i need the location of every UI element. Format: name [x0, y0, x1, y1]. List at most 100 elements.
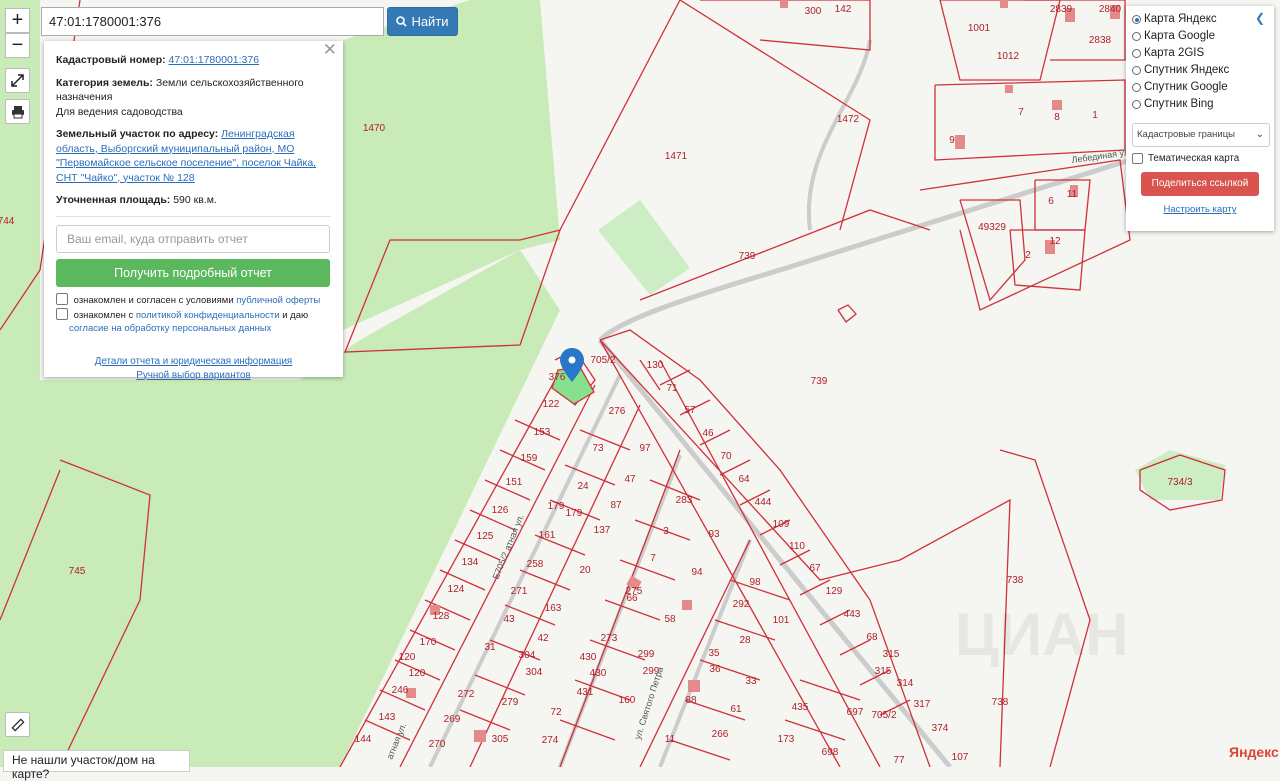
parcel-label: 58 [664, 614, 676, 625]
parcel-label: 7 [650, 553, 656, 564]
road-inner-3 [658, 539, 752, 767]
parcel-label: 42 [537, 633, 549, 644]
agree1-text: ознакомлен и согласен с условиями [73, 294, 234, 306]
parcel-label: 7 [1018, 107, 1024, 118]
parcel-label: 292 [733, 599, 750, 610]
parcel-label: 1012 [997, 51, 1020, 62]
parcel-label: 128 [433, 611, 450, 622]
configure-map-link[interactable]: Настроить карту [1132, 204, 1268, 215]
parcel-label: 161 [539, 530, 556, 541]
parcel-label: 20 [579, 565, 591, 576]
parcel-label: 6 [1048, 196, 1054, 207]
parcel-label: 273 [601, 633, 618, 644]
parcel-label: 258 [527, 559, 544, 570]
details-link[interactable]: Детали отчета и юридическая информация [95, 356, 292, 367]
parcel-label: 120 [409, 668, 426, 679]
get-report-button[interactable]: Получить подробный отчет [56, 258, 330, 287]
parcel-label: 43 [503, 614, 515, 625]
parcel-info-panel: ✕ Кадастровый номер: 47:01:1780001:376 К… [44, 41, 343, 381]
parcel-label: 47 [624, 474, 636, 485]
parcel-label: 705/2 [871, 710, 896, 721]
parcel-label: 73 [592, 443, 604, 454]
cadastral-number-link[interactable]: 47:01:1780001:376 [169, 54, 260, 66]
street-label: атная ул. [385, 721, 409, 760]
address-label: Земельный участок по адресу: [56, 128, 219, 140]
parcel-label: 57 [684, 405, 696, 416]
parcel-label: 270 [429, 739, 446, 750]
parcel-label: 101 [773, 615, 790, 626]
watermark-text: ЦИАН [955, 601, 1129, 668]
parcel-label: 143 [379, 712, 396, 723]
parcel-label: 11 [1067, 189, 1078, 200]
parcel-label: 739 [739, 251, 756, 262]
parcel-label: 61 [730, 704, 742, 715]
area-value: 590 кв.м. [173, 194, 217, 206]
fullscreen-button[interactable] [5, 68, 30, 93]
parcel-label: 304 [526, 667, 543, 678]
radio-button[interactable] [1132, 32, 1141, 41]
offer-link[interactable]: публичной оферты [236, 295, 320, 306]
layer-option[interactable]: Карта 2GIS [1132, 45, 1268, 62]
layer-option[interactable]: Спутник Google [1132, 79, 1268, 96]
manual-select-link[interactable]: Ручной выбор вариантов [136, 370, 250, 381]
offer-checkbox[interactable] [56, 292, 68, 305]
parcel-label: 2 [1025, 250, 1031, 261]
parcel-label: 738 [1007, 575, 1024, 586]
parcel-label: 122 [543, 399, 560, 410]
parcel-label: 129 [826, 586, 843, 597]
zoom-in-button[interactable]: + [5, 8, 30, 33]
parcel-label: 300 [805, 6, 822, 17]
radio-button[interactable] [1132, 66, 1141, 75]
parcel-label: 698 [822, 747, 839, 758]
parcel-label: 179 [548, 501, 565, 512]
radio-button[interactable] [1132, 83, 1141, 92]
layer-option-label: Спутник Bing [1144, 98, 1214, 110]
print-button[interactable] [5, 99, 30, 124]
parcel-label: 70 [720, 451, 732, 462]
layer-option-label: Спутник Google [1144, 81, 1228, 93]
parcel-label: 697 [847, 707, 864, 718]
privacy-checkbox[interactable] [56, 307, 68, 320]
parcel-label: 315 [883, 649, 900, 660]
use-value: Для ведения садоводства [56, 105, 183, 118]
parcel-label: 125 [477, 531, 494, 542]
privacy-link[interactable]: политикой конфиденциальности [136, 310, 280, 321]
parcel-label: 705/2 [590, 355, 615, 366]
radio-button[interactable] [1132, 15, 1141, 24]
email-field[interactable]: Ваш email, куда отправить отчет [56, 224, 330, 253]
parcel-label: 126 [492, 505, 509, 516]
parcel-label: 299 [638, 649, 655, 660]
cadastral-label: Кадастровый номер: [56, 54, 166, 66]
select-value: Кадастровые границы [1137, 129, 1235, 140]
parcel-label: 435 [792, 702, 809, 713]
layer-option[interactable]: Карта Google [1132, 28, 1268, 45]
consent-link[interactable]: согласие на обработку персональных данны… [69, 323, 271, 334]
parcel-label: 246 [392, 685, 409, 696]
radio-button[interactable] [1132, 100, 1141, 109]
parcel-label: 305 [492, 734, 509, 745]
search-button[interactable]: Найти [387, 7, 458, 36]
parcel-label: 276 [609, 406, 626, 417]
layer-option[interactable]: Спутник Яндекс [1132, 62, 1268, 79]
parcel-label: 124 [448, 584, 465, 595]
parcel-label: 315 [875, 666, 892, 677]
cadastral-layer-select[interactable]: Кадастровые границы ⌄ [1132, 123, 1270, 147]
share-link-button[interactable]: Поделиться ссылкой [1141, 172, 1259, 196]
close-icon[interactable]: ✕ [323, 41, 337, 57]
not-found-link[interactable]: Не нашли участок/дом на карте? [3, 750, 190, 781]
radio-button[interactable] [1132, 49, 1141, 58]
layer-option[interactable]: Спутник Bing [1132, 96, 1268, 113]
parcel-label: 151 [506, 477, 523, 488]
layer-option-label: Спутник Яндекс [1144, 64, 1230, 76]
search-input[interactable]: 47:01:1780001:376 [41, 7, 384, 36]
thematic-checkbox[interactable] [1132, 153, 1143, 164]
zoom-out-button[interactable]: − [5, 33, 30, 58]
parcel-label: 431 [577, 687, 594, 698]
parcel-label: 137 [594, 525, 611, 536]
parcel-label: 33 [745, 676, 757, 687]
parcel-label: 67 [809, 563, 821, 574]
chevron-up-icon[interactable]: ❮ [1255, 11, 1265, 25]
ruler-button[interactable] [5, 712, 30, 737]
parcel-label: 31 [484, 642, 496, 653]
layer-option[interactable]: Карта Яндекс [1132, 11, 1268, 28]
